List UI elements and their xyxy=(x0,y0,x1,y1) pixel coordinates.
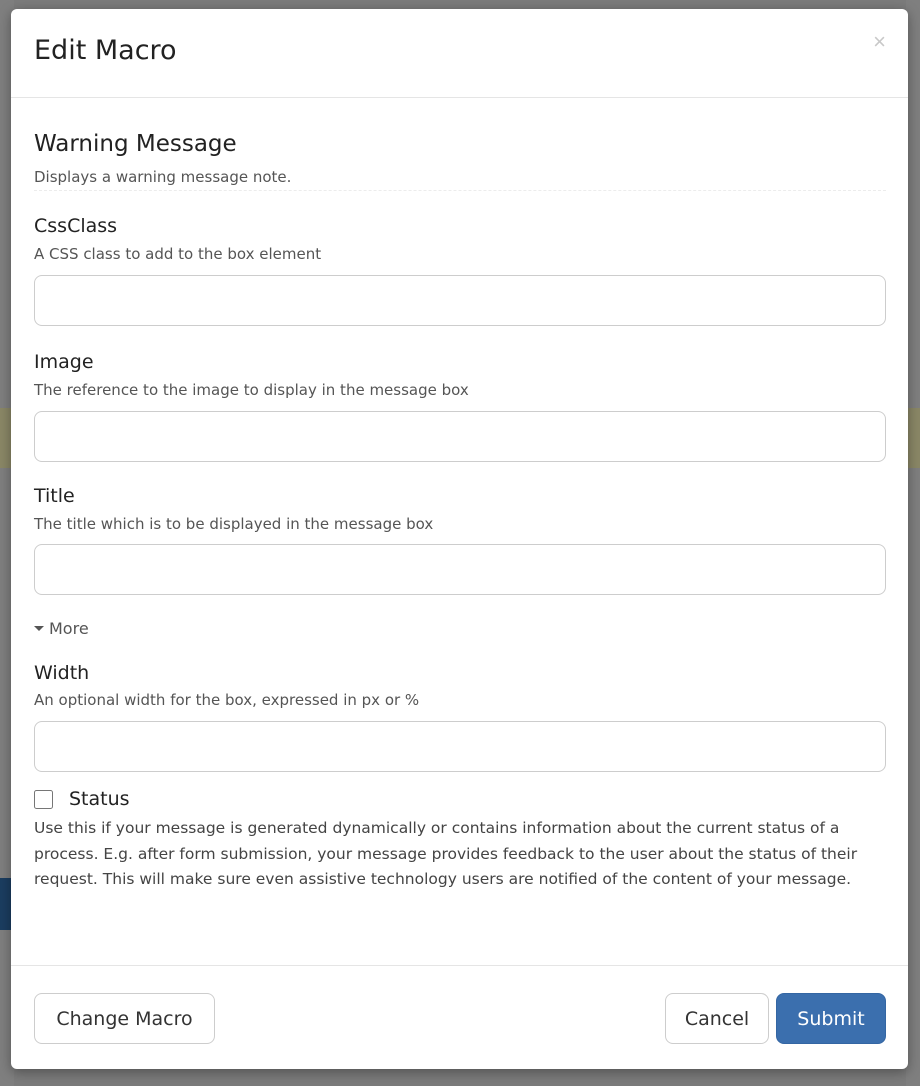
status-row: Status xyxy=(34,788,130,810)
more-toggle[interactable]: More xyxy=(34,619,89,638)
image-label: Image xyxy=(34,351,94,373)
width-input[interactable] xyxy=(34,721,886,772)
more-toggle-label: More xyxy=(49,619,89,638)
caret-down-icon xyxy=(34,626,44,631)
macro-description: Displays a warning message note. xyxy=(34,168,292,186)
width-label: Width xyxy=(34,662,90,684)
macro-name: Warning Message xyxy=(34,131,237,157)
width-hint: An optional width for the box, expressed… xyxy=(34,691,420,709)
dialog-footer: Change Macro Cancel Submit xyxy=(11,965,908,1069)
cssclass-hint: A CSS class to add to the box element xyxy=(34,245,322,263)
divider xyxy=(34,190,886,191)
background-highlight-right xyxy=(908,408,920,468)
status-checkbox[interactable] xyxy=(34,789,53,809)
edit-macro-dialog: Edit Macro × Warning Message Displays a … xyxy=(11,9,908,1069)
status-label: Status xyxy=(69,788,130,810)
change-macro-button[interactable]: Change Macro xyxy=(34,993,215,1044)
dialog-title: Edit Macro xyxy=(34,35,177,66)
cancel-button[interactable]: Cancel xyxy=(665,993,769,1044)
submit-button[interactable]: Submit xyxy=(776,993,886,1044)
status-description: Use this if your message is generated dy… xyxy=(34,819,858,888)
close-icon[interactable]: × xyxy=(873,31,886,53)
title-hint: The title which is to be displayed in th… xyxy=(34,515,434,533)
image-hint: The reference to the image to display in… xyxy=(34,381,469,399)
cssclass-input[interactable] xyxy=(34,275,886,326)
title-label: Title xyxy=(34,485,75,507)
dialog-header: Edit Macro × xyxy=(11,9,908,98)
image-input[interactable] xyxy=(34,411,886,462)
cssclass-label: CssClass xyxy=(34,215,118,237)
title-input[interactable] xyxy=(34,544,886,595)
background-page-right xyxy=(906,0,920,1086)
